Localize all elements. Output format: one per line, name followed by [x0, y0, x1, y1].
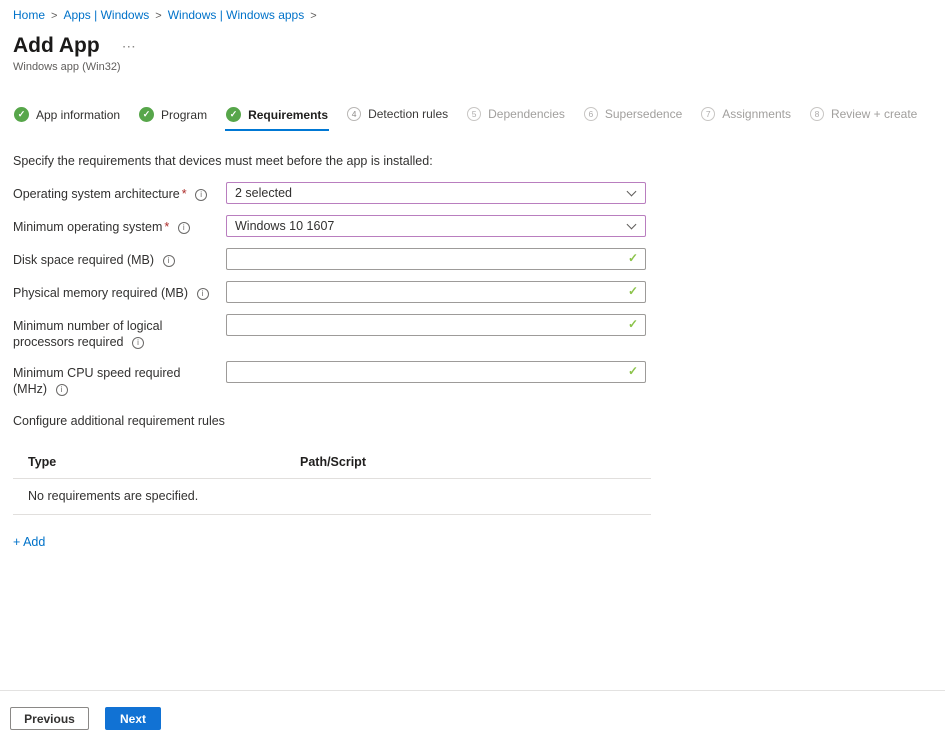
step-completed-check-icon: ✓	[226, 107, 241, 122]
info-icon[interactable]: i	[56, 384, 68, 396]
breadcrumb-separator: >	[155, 10, 161, 22]
field-label: Minimum CPU speed required (MHz) i	[13, 361, 226, 397]
step-dependencies: 5 Dependencies	[466, 104, 566, 128]
field-row-disk-space: Disk space required (MB) i ✓	[13, 248, 932, 270]
field-row-minimum-os: Minimum operating system* i Windows 10 1…	[13, 215, 932, 237]
minimum-os-dropdown[interactable]: Windows 10 1607	[226, 215, 646, 237]
valid-check-icon: ✓	[628, 364, 638, 378]
step-completed-check-icon: ✓	[14, 107, 29, 122]
step-number-icon: 5	[467, 107, 481, 121]
column-header-path-script: Path/Script	[300, 455, 651, 469]
wizard-steps: ✓ App information ✓ Program ✓ Requiremen…	[13, 104, 932, 131]
add-app-wizard-page: Home > Apps | Windows > Windows | Windows ap…	[0, 0, 945, 734]
breadcrumb-link-apps-windows[interactable]: Apps | Windows	[63, 8, 149, 22]
page-title: Add App	[13, 33, 100, 58]
field-row-logical-processors: Minimum number of logical processors req…	[13, 314, 932, 350]
step-assignments: 7 Assignments	[700, 104, 792, 128]
valid-check-icon: ✓	[628, 317, 638, 331]
breadcrumb-separator: >	[51, 10, 57, 22]
field-row-os-architecture: Operating system architecture* i 2 selec…	[13, 182, 932, 204]
info-icon[interactable]: i	[195, 189, 207, 201]
breadcrumb: Home > Apps | Windows > Windows | Windows ap…	[13, 8, 932, 24]
page-header: Add App ⋯	[13, 33, 932, 58]
info-icon[interactable]: i	[197, 288, 209, 300]
table-header-row: Type Path/Script	[13, 450, 651, 479]
field-row-cpu-speed: Minimum CPU speed required (MHz) i ✓	[13, 361, 932, 397]
requirements-description: Specify the requirements that devices mu…	[13, 154, 932, 168]
step-program[interactable]: ✓ Program	[138, 104, 208, 129]
breadcrumb-separator: >	[310, 10, 316, 22]
field-label: Disk space required (MB) i	[13, 248, 226, 268]
step-review-create: 8 Review + create	[809, 104, 918, 128]
add-requirement-link[interactable]: + Add	[13, 535, 45, 549]
field-row-physical-memory: Physical memory required (MB) i ✓	[13, 281, 932, 303]
field-label: Physical memory required (MB) i	[13, 281, 226, 301]
step-completed-check-icon: ✓	[139, 107, 154, 122]
cpu-speed-input[interactable]	[226, 361, 646, 383]
step-number-icon: 7	[701, 107, 715, 121]
field-label: Operating system architecture* i	[13, 182, 226, 202]
info-icon[interactable]: i	[132, 337, 144, 349]
breadcrumb-link-home[interactable]: Home	[13, 8, 45, 22]
breadcrumb-link-windows-apps[interactable]: Windows | Windows apps	[168, 8, 305, 22]
field-label: Minimum number of logical processors req…	[13, 314, 226, 350]
step-number-icon: 6	[584, 107, 598, 121]
valid-check-icon: ✓	[628, 251, 638, 265]
valid-check-icon: ✓	[628, 284, 638, 298]
info-icon[interactable]: i	[178, 222, 190, 234]
step-supersedence: 6 Supersedence	[583, 104, 683, 128]
info-icon[interactable]: i	[163, 255, 175, 267]
step-app-information[interactable]: ✓ App information	[13, 104, 121, 129]
wizard-footer: Previous Next	[0, 690, 945, 734]
requirements-form: Operating system architecture* i 2 selec…	[13, 182, 932, 397]
more-options-icon[interactable]: ⋯	[122, 41, 137, 51]
required-marker: *	[164, 220, 169, 234]
next-button[interactable]: Next	[105, 707, 161, 730]
step-number-icon: 8	[810, 107, 824, 121]
os-architecture-dropdown[interactable]: 2 selected	[226, 182, 646, 204]
disk-space-input[interactable]	[226, 248, 646, 270]
table-empty-message: No requirements are specified.	[13, 479, 651, 515]
logical-processors-input[interactable]	[226, 314, 646, 336]
column-header-type: Type	[28, 455, 300, 469]
field-label: Minimum operating system* i	[13, 215, 226, 235]
required-marker: *	[182, 187, 187, 201]
additional-rules-label: Configure additional requirement rules	[13, 414, 932, 428]
step-number-icon: 4	[347, 107, 361, 121]
previous-button[interactable]: Previous	[10, 707, 89, 730]
step-detection-rules[interactable]: 4 Detection rules	[346, 104, 449, 128]
requirement-rules-table: Type Path/Script No requirements are spe…	[13, 450, 651, 515]
physical-memory-input[interactable]	[226, 281, 646, 303]
step-requirements[interactable]: ✓ Requirements	[225, 104, 329, 131]
page-subtitle: Windows app (Win32)	[13, 61, 932, 73]
